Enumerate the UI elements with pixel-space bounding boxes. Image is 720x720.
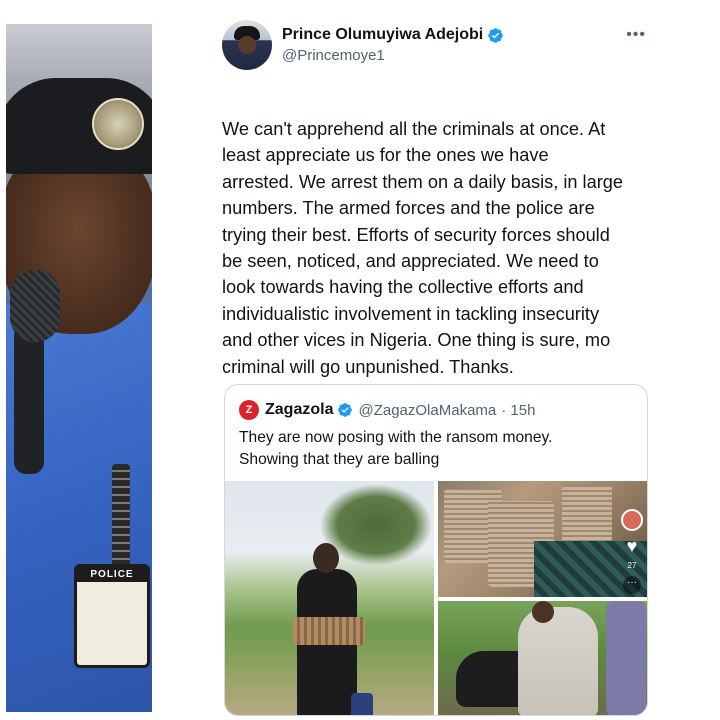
tweet: Prince Olumuyiwa Adejobi @Princemoye1 ••… [222,16,708,380]
author-avatar[interactable] [222,20,272,70]
tweet-text: We can't apprehend all the criminals at … [222,119,623,377]
cash-stack [562,485,612,545]
microphone-handle [14,324,44,474]
author-name[interactable]: Prince Olumuyiwa Adejobi [282,26,483,44]
person-head [532,601,554,623]
verified-badge-icon [338,403,353,417]
person-holding-money [289,543,373,715]
standing-person [606,601,646,715]
id-card-label: POLICE [77,567,147,582]
media-photo-woman-with-cash[interactable] [225,481,434,715]
more-options-icon[interactable]: ··· [623,576,641,594]
microphone-icon [10,270,60,342]
more-options-icon[interactable]: ••• [626,26,646,44]
video-overlay-controls: ♥ 27 ··· [619,509,645,595]
like-count: 27 [627,561,637,570]
author-name-line: Prince Olumuyiwa Adejobi [282,26,504,44]
quoted-author-handle[interactable]: @ZagazOlaMakama [358,402,496,419]
officer-photo: POLICE [6,24,152,712]
author-handle[interactable]: @Princemoye1 [282,47,504,64]
verified-badge-icon [488,27,503,43]
media-photo-cash-stacks[interactable]: ♥ 27 ··· [438,481,647,597]
person-head [313,543,339,573]
police-id-card: POLICE [74,564,150,668]
lanyard [112,464,130,568]
tweet-header: Prince Olumuyiwa Adejobi @Princemoye1 ••… [222,16,708,74]
cap-badge-icon [92,98,144,150]
quoted-tweet-header: Z Zagazola @ZagazOlaMakama · 15h [225,385,647,421]
author-meta: Prince Olumuyiwa Adejobi @Princemoye1 [282,26,504,64]
cash-bundle [293,617,365,645]
media-photo-man-on-motorbike[interactable] [438,601,647,715]
zagazola-logo-icon: Z [239,400,259,420]
heart-icon[interactable]: ♥ [627,537,638,555]
avatar-face [238,36,256,54]
overlay-avatar[interactable] [621,509,643,531]
seated-man [518,607,598,715]
quoted-tweet[interactable]: Z Zagazola @ZagazOlaMakama · 15h They ar… [224,384,648,716]
quoted-timestamp[interactable]: · 15h [501,402,535,419]
quoted-tweet-text: They are now posing with the ransom mone… [239,429,553,468]
quoted-author-name[interactable]: Zagazola [265,401,333,419]
media-grid: ♥ 27 ··· [225,481,647,715]
handbag [351,693,373,715]
